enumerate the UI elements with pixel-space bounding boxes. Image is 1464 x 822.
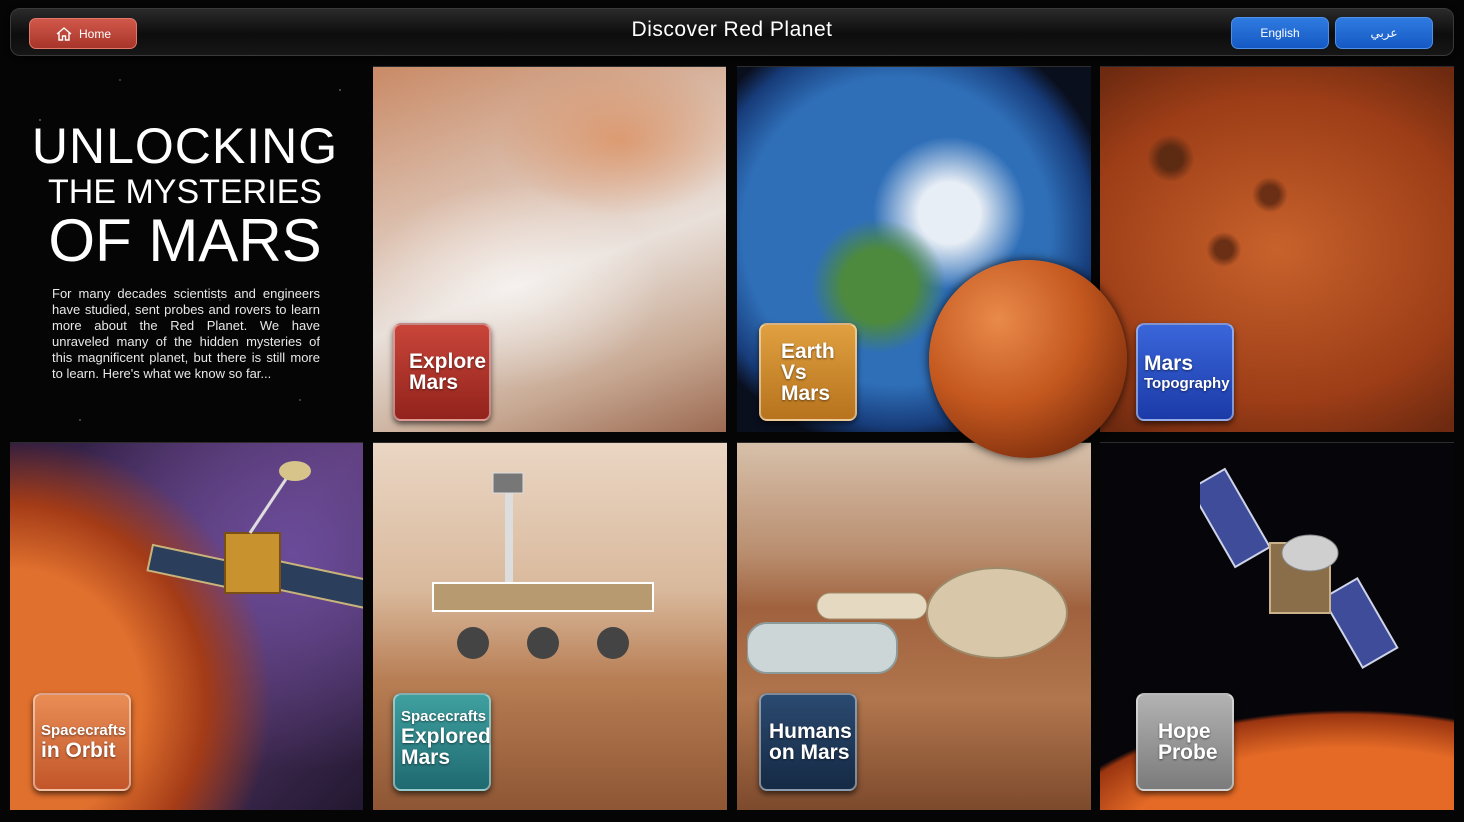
tile-mars-topography[interactable]: Mars Topography bbox=[1100, 66, 1454, 432]
mars-topography-label-1: Mars bbox=[1144, 352, 1194, 375]
tile-spacecrafts-in-orbit[interactable]: Spacecrafts in Orbit bbox=[10, 442, 363, 810]
spacecrafts-in-orbit-button[interactable]: Spacecrafts in Orbit bbox=[33, 693, 131, 791]
explore-mars-button[interactable]: Explore Mars bbox=[393, 323, 491, 421]
screen: Home Discover Red Planet English عربي UN… bbox=[0, 0, 1464, 822]
spacecrafts-explored-mars-button[interactable]: Spacecrafts Explored Mars bbox=[393, 693, 491, 791]
spacecrafts-in-orbit-label-1: Spacecrafts bbox=[41, 722, 127, 739]
humans-on-mars-label-1: Humans bbox=[769, 720, 852, 743]
explore-mars-label-2: Mars bbox=[409, 371, 459, 394]
orbiter-spacecraft-icon bbox=[146, 461, 363, 610]
habitat-dome-icon bbox=[747, 567, 1068, 674]
hope-probe-satellite-icon bbox=[1200, 467, 1399, 670]
top-bar: Home Discover Red Planet English عربي bbox=[10, 8, 1454, 56]
hope-probe-button[interactable]: Hope Probe bbox=[1136, 693, 1234, 791]
humans-on-mars-button[interactable]: Humans on Mars bbox=[759, 693, 857, 791]
mars-topography-button[interactable]: Mars Topography bbox=[1136, 323, 1234, 421]
tile-explore-mars[interactable]: Explore Mars bbox=[373, 66, 726, 432]
spacecrafts-explored-label-3: Mars bbox=[401, 746, 451, 769]
intro-heading-line3: OF MARS bbox=[48, 207, 322, 274]
mars-topography-label-2: Topography bbox=[1144, 375, 1230, 392]
earth-vs-mars-label-3: Mars bbox=[781, 382, 831, 405]
earth-vs-mars-button[interactable]: Earth Vs Mars bbox=[759, 323, 857, 421]
intro-heading-line2: THE MYSTERIES bbox=[48, 173, 322, 211]
rover-icon bbox=[432, 472, 654, 659]
intro-section: UNLOCKING THE MYSTERIES OF MARS For many… bbox=[20, 120, 350, 382]
mars-globe-image bbox=[929, 260, 1127, 458]
spacecrafts-explored-label-1: Spacecrafts bbox=[401, 708, 487, 725]
tile-humans-on-mars[interactable]: Humans on Mars bbox=[737, 442, 1091, 810]
humans-on-mars-label-2: on Mars bbox=[769, 741, 850, 764]
tile-spacecrafts-explored-mars[interactable]: Spacecrafts Explored Mars bbox=[373, 442, 727, 810]
hope-probe-label-1: Hope bbox=[1158, 720, 1211, 743]
arabic-button[interactable]: عربي bbox=[1335, 17, 1433, 49]
intro-heading-line1: UNLOCKING bbox=[31, 118, 339, 174]
english-button[interactable]: English bbox=[1231, 17, 1329, 49]
tile-hope-probe[interactable]: Hope Probe bbox=[1100, 442, 1454, 810]
earth-vs-mars-label-1: Earth bbox=[781, 340, 835, 363]
spacecrafts-explored-label-2: Explored bbox=[401, 725, 491, 748]
spacecrafts-in-orbit-label-2: in Orbit bbox=[41, 739, 116, 762]
explore-mars-label-1: Explore bbox=[409, 350, 487, 373]
hope-probe-label-2: Probe bbox=[1158, 741, 1218, 764]
intro-paragraph: For many decades scientists and engineer… bbox=[52, 286, 320, 381]
earth-vs-mars-label-2: Vs bbox=[781, 361, 807, 384]
